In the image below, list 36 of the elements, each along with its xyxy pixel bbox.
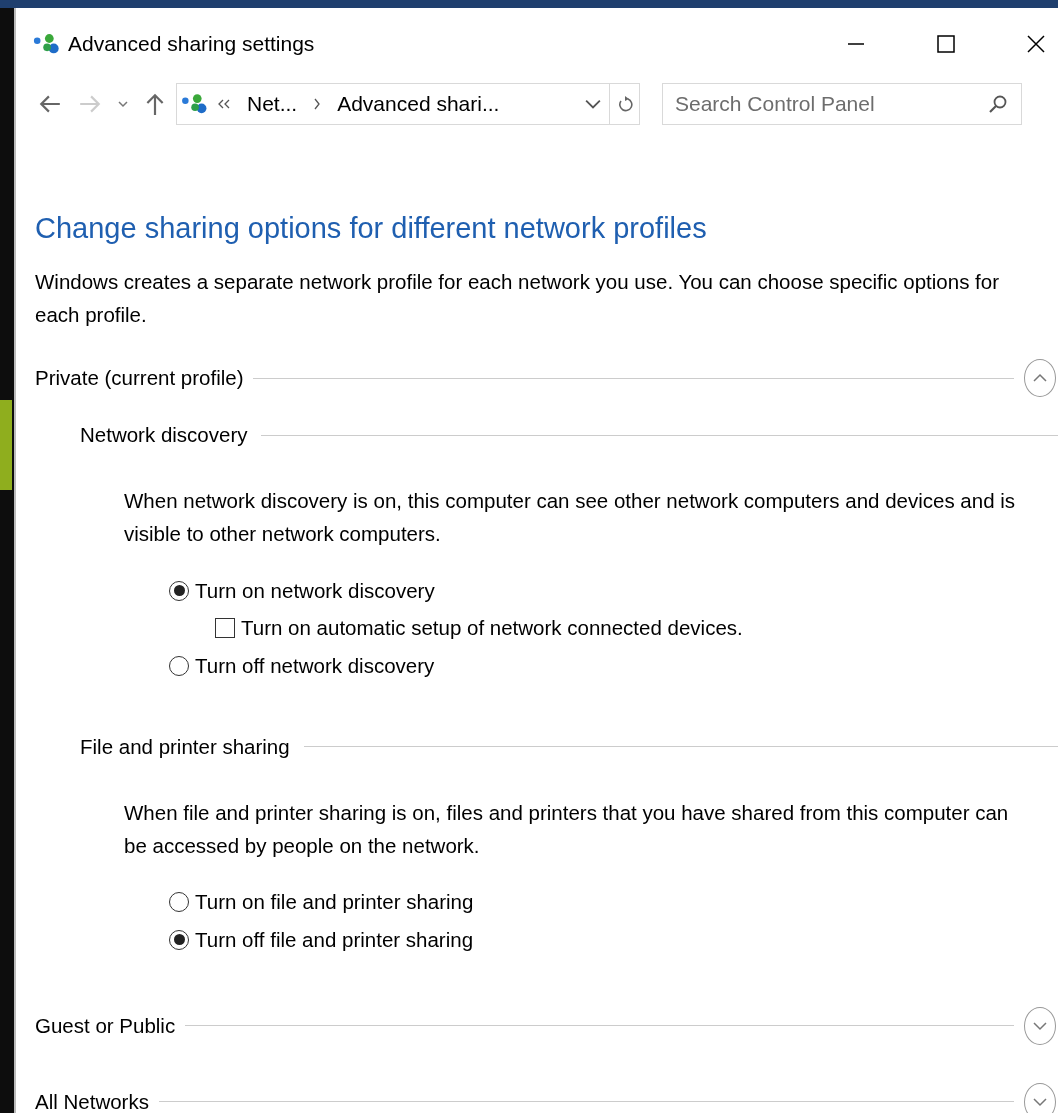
option-label[interactable]: Turn off file and printer sharing [195,927,474,952]
chevron-icon [1032,373,1048,383]
back-arrow-icon[interactable] [38,93,62,115]
refresh-button[interactable] [610,83,640,125]
group-title: Network discovery [80,423,248,447]
group-title: File and printer sharing [80,734,290,759]
section-title: Private (current profile) [35,366,244,390]
option-label[interactable]: Turn on automatic setup of network connected devices. [241,616,743,641]
dropdown-caret-icon[interactable] [118,100,128,108]
dropdown-caret-icon[interactable] [585,98,601,110]
network-icon [32,33,60,55]
breadcrumb-item[interactable]: Advanced shari... [331,92,506,116]
window-title: Advanced sharing settings [68,32,315,56]
breadcrumb-item[interactable]: Net... [241,92,304,116]
option-label[interactable]: Turn on file and printer sharing [195,890,474,915]
intro-text: Windows creates a separate network profile for each network you use. You can choose specific options for each profile. [35,269,1001,328]
close-icon[interactable] [1026,34,1046,54]
double-chevron-icon [217,99,231,109]
group-description: When network discovery is on, this computer can see other network computers and devices and is visible to other network computers. [124,488,1017,547]
refresh-icon [616,94,633,114]
network-icon [181,93,207,115]
maximize-icon[interactable] [936,34,956,54]
search-field[interactable]: Search Control Panel [662,83,1022,125]
chevron-icon [1032,1020,1048,1031]
page-heading: Change sharing options for different network profiles [35,212,708,245]
option-label[interactable]: Turn on network discovery [195,578,435,603]
section-title: All Networks [35,1089,149,1113]
checkbox[interactable] [215,618,235,639]
address-bar[interactable]: Net... Advanced shari... [176,83,610,125]
up-arrow-icon[interactable] [144,92,166,116]
chevron-icon [1032,1096,1048,1107]
chevron-icon [313,98,322,110]
group-description: When file and printer sharing is on, files and printers that you have shared from this computer can be accessed by people on the network. [124,799,1010,859]
search-icon [988,94,1008,114]
option-label[interactable]: Turn off network discovery [195,653,435,678]
section-title: Guest or Public [35,1013,176,1038]
